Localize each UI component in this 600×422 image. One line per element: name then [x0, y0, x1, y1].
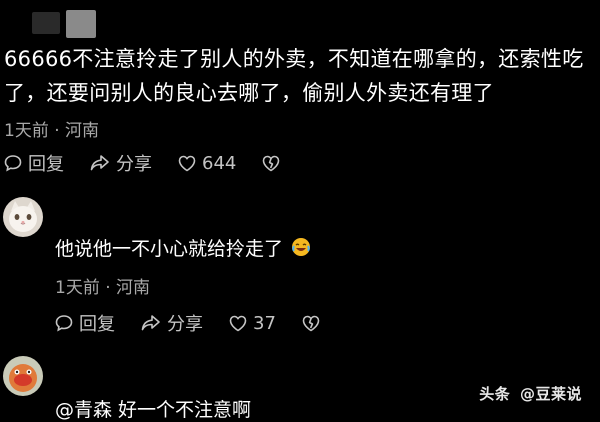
comment-actions: 回复 分享 644: [4, 150, 280, 176]
reply-actions-1: 回复 分享 37: [55, 310, 320, 336]
broken-heart-icon: [263, 155, 280, 171]
share-button[interactable]: 分享: [90, 150, 152, 176]
like-count: 37: [253, 312, 276, 334]
share-button[interactable]: 分享: [141, 310, 203, 336]
blurred-avatar: [32, 12, 60, 34]
watermark-account: 豆莱说: [535, 385, 582, 403]
share-label: 分享: [116, 154, 152, 175]
reply-text-1: 他说他一不小心就给拎走了: [55, 234, 311, 262]
reply-time: 1天前: [55, 278, 100, 298]
watermark-at: @: [519, 385, 536, 403]
like-button[interactable]: 37: [229, 313, 276, 334]
reply-location: 河南: [116, 278, 151, 298]
cartoon-avatar-icon: [3, 356, 43, 396]
reply-text-2: @青森 好一个不注意啊: [55, 399, 252, 421]
comment-location: 河南: [65, 121, 100, 141]
watermark: 头条 @豆莱说: [479, 383, 582, 404]
meta-separator: ·: [105, 278, 111, 298]
cat-avatar-icon: [3, 197, 43, 237]
comment-meta: 1天前 · 河南: [4, 116, 99, 141]
reply-button[interactable]: 回复: [4, 150, 64, 176]
like-button[interactable]: 644: [178, 153, 236, 174]
reply-button[interactable]: 回复: [55, 310, 115, 336]
laughing-crying-emoji-icon: [291, 237, 311, 262]
like-count: 644: [202, 152, 237, 174]
watermark-brand: 头条: [479, 385, 511, 403]
reply-label: 回复: [79, 314, 115, 335]
reply-content: 他说他一不小心就给拎走了: [55, 238, 284, 260]
reply-label: 回复: [28, 154, 64, 175]
reply-icon: [4, 155, 22, 172]
dislike-button[interactable]: [262, 155, 280, 172]
heart-icon: [178, 155, 196, 171]
heart-icon: [229, 315, 247, 331]
meta-separator: ·: [54, 121, 60, 141]
share-icon: [141, 315, 160, 331]
avatar-cat[interactable]: [3, 197, 43, 237]
comment-time: 1天前: [4, 121, 49, 141]
share-icon: [90, 155, 109, 171]
comment-text: 66666不注意拎走了别人的外卖，不知道在哪拿的，还索性吃了，还要问别人的良心去…: [4, 47, 584, 105]
reply-icon: [55, 315, 73, 332]
share-label: 分享: [167, 314, 203, 335]
reply-meta-1: 1天前 · 河南: [55, 273, 150, 298]
broken-heart-icon: [302, 315, 320, 331]
blurred-username: [66, 10, 96, 38]
avatar-cartoon[interactable]: [3, 356, 43, 396]
dislike-button[interactable]: [302, 315, 320, 332]
